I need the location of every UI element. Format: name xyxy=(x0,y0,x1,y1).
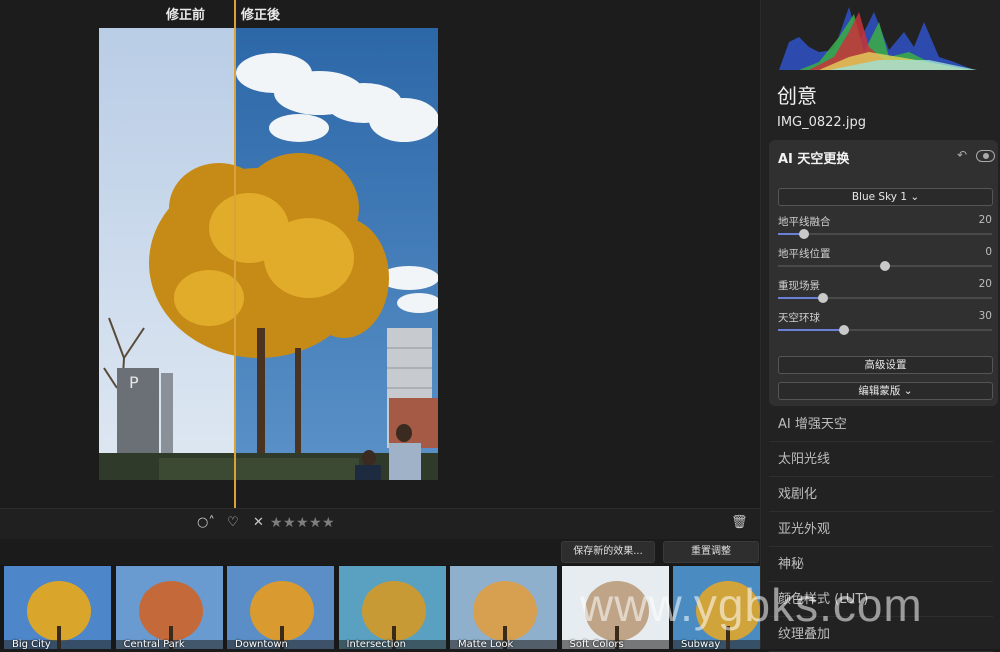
preset-thumbnail[interactable]: Central Park xyxy=(115,566,223,649)
panel-title: 创意 xyxy=(777,84,817,108)
preset-name: Downtown xyxy=(235,639,288,649)
slider-handle[interactable] xyxy=(817,293,828,303)
photo-preview[interactable]: P xyxy=(99,28,438,480)
preset-name: Soft Colors xyxy=(569,639,624,649)
slider-value: 20 xyxy=(978,278,992,290)
slider-handle[interactable] xyxy=(839,325,850,335)
slider-value: 0 xyxy=(985,246,992,258)
preset-name: Big City xyxy=(12,639,51,649)
svg-text:P: P xyxy=(129,373,139,392)
preset-name: Subway xyxy=(681,639,721,649)
preset-thumbnail[interactable]: Big City xyxy=(4,566,111,649)
creative-section-item[interactable]: 神秘 xyxy=(769,548,993,582)
slider-row[interactable]: 天空环球 30 xyxy=(778,310,992,342)
preset-name: Intersection xyxy=(346,639,407,649)
slider-handle[interactable] xyxy=(798,229,809,239)
star-icon[interactable]: ★ xyxy=(296,515,309,531)
slider-row[interactable]: 地平线融合 20 xyxy=(778,214,992,246)
creative-section-item[interactable]: AI 增强天空 xyxy=(769,408,993,442)
watermark: www.ygbks.com xyxy=(580,579,923,631)
visibility-toggle-icon[interactable] xyxy=(976,150,995,162)
slider-row[interactable]: 地平线位置 0 xyxy=(778,246,992,278)
image-viewer[interactable]: 修正前 修正後 P xyxy=(0,0,760,508)
slider-label: 天空环球 xyxy=(778,312,820,324)
star-icon[interactable]: ★ xyxy=(283,515,296,531)
slider-value: 20 xyxy=(978,214,992,226)
creative-panel: 创意 IMG_0822.jpg AI 天空更换 ↶ Blue Sky 1 ⌄ 地… xyxy=(760,0,1000,652)
slider-label: 地平线位置 xyxy=(778,248,831,260)
preset-actions: 保存新的效果... 重置调整 xyxy=(0,539,760,565)
star-icon[interactable]: ★ xyxy=(270,515,283,531)
trash-icon[interactable]: 🗑 xyxy=(731,515,748,530)
heart-icon[interactable]: ♡ xyxy=(227,515,239,530)
star-rating[interactable]: ★★★★★ xyxy=(270,515,335,531)
preset-preview-image xyxy=(115,566,223,649)
undo-icon[interactable]: ↶ xyxy=(957,148,967,162)
slider-row[interactable]: 重现场景 20 xyxy=(778,278,992,310)
reject-icon[interactable]: ✕ xyxy=(253,515,264,530)
preset-preview-image xyxy=(4,566,111,649)
creative-section-item[interactable]: 戏剧化 xyxy=(769,478,993,512)
preset-name: Matte Look xyxy=(458,639,514,649)
creative-section-item[interactable]: 太阳光线 xyxy=(769,443,993,477)
file-name: IMG_0822.jpg xyxy=(777,115,866,130)
preset-thumbnail[interactable]: Downtown xyxy=(227,566,334,649)
preset-preview-image xyxy=(227,566,334,649)
slider-handle[interactable] xyxy=(880,261,890,271)
slider-fill xyxy=(778,297,823,299)
flag-dropdown-icon[interactable]: ○˄ xyxy=(197,515,215,530)
star-icon[interactable]: ★ xyxy=(322,515,335,531)
slider-label: 重现场景 xyxy=(778,280,820,292)
preset-preview-image xyxy=(450,566,557,649)
histogram xyxy=(779,7,977,70)
sky-select-dropdown[interactable]: Blue Sky 1 ⌄ xyxy=(778,188,993,206)
edit-mask-button[interactable]: 编辑蒙版 ⌄ xyxy=(778,382,993,400)
slider-label: 地平线融合 xyxy=(778,216,831,228)
preset-preview-image xyxy=(338,566,446,649)
slider-fill xyxy=(778,329,845,331)
slider-track[interactable] xyxy=(778,293,992,303)
after-label: 修正後 xyxy=(241,8,281,23)
star-icon[interactable]: ★ xyxy=(309,515,322,531)
slider-track[interactable] xyxy=(778,325,992,335)
save-preset-button[interactable]: 保存新的效果... xyxy=(561,541,655,563)
creative-section-item[interactable]: 亚光外观 xyxy=(769,513,993,547)
ai-sky-title: AI 天空更换 xyxy=(778,152,850,167)
advanced-settings-button[interactable]: 高级设置 xyxy=(778,356,993,374)
ai-sky-replacement-card: AI 天空更换 ↶ Blue Sky 1 ⌄ 地平线融合 20 地平线位置 0 重现场景… xyxy=(769,140,998,406)
slider-track[interactable] xyxy=(778,229,992,239)
slider-track[interactable] xyxy=(778,261,992,271)
reset-adjustments-button[interactable]: 重置调整 xyxy=(663,541,759,563)
slider-value: 30 xyxy=(978,310,992,322)
preset-thumbnail[interactable]: Intersection xyxy=(338,566,446,649)
rating-toolbar: ○˄ ♡ ✕ ★★★★★ 🗑 xyxy=(0,508,760,539)
preset-thumbnail[interactable]: Matte Look xyxy=(450,566,557,649)
before-label: 修正前 xyxy=(166,8,206,23)
preset-name: Central Park xyxy=(123,639,185,649)
compare-split-handle[interactable] xyxy=(234,0,236,508)
